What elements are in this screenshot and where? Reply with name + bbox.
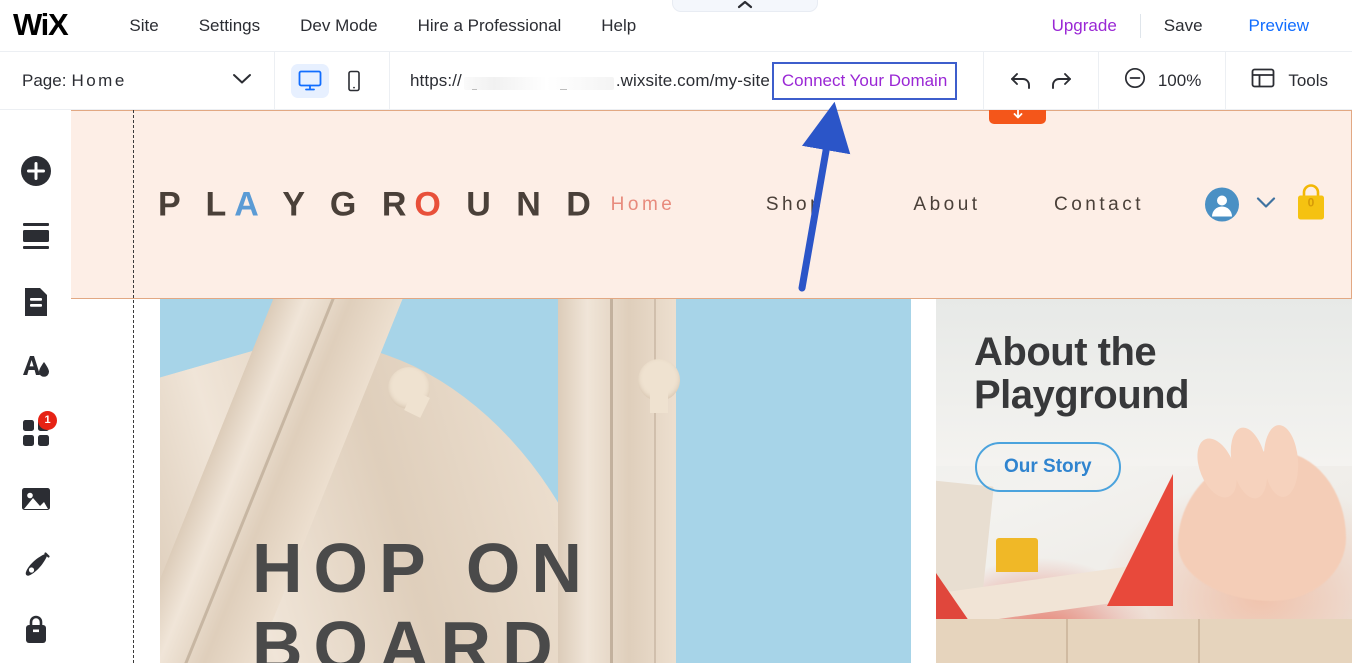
hero-title[interactable]: HOP ONBOARD — [252, 529, 593, 663]
chevron-down-icon — [232, 72, 252, 90]
shopping-bag-icon — [22, 614, 50, 646]
top-menu-bar: WiX Site Settings Dev Mode Hire a Profes… — [0, 0, 1352, 52]
our-story-button[interactable]: Our Story — [975, 442, 1121, 492]
sidebar-item-site-pages[interactable] — [0, 269, 71, 335]
site-body: HOP ONBOARD About thePlayground Our Stor… — [71, 299, 1352, 663]
hero-image-block[interactable]: HOP ONBOARD — [160, 299, 911, 663]
redo-icon — [1048, 69, 1074, 93]
page-selector-label: Page: — [22, 71, 66, 91]
nav-link-home[interactable]: Home — [567, 194, 719, 216]
sections-icon — [20, 220, 52, 252]
viewport-toggle — [275, 64, 389, 98]
desktop-icon — [297, 69, 323, 93]
cart-count: 0 — [1293, 195, 1329, 209]
zoom-control[interactable]: 100% — [1099, 66, 1225, 95]
site-url-bar: https:// .wixsite.com/my-site Connect Yo… — [390, 52, 983, 110]
tools-label: Tools — [1288, 71, 1328, 91]
site-url-redacted — [464, 77, 614, 90]
save-button[interactable]: Save — [1141, 16, 1226, 36]
site-header-actions: 0 — [1205, 182, 1329, 227]
page-selector[interactable]: Page: Home — [0, 52, 274, 110]
sidebar-item-blog[interactable] — [0, 532, 71, 598]
wooden-block-base-row — [936, 619, 1352, 663]
apps-notification-badge: 1 — [38, 411, 57, 430]
zoom-level-value: 100% — [1158, 71, 1201, 91]
menu-hire-a-professional[interactable]: Hire a Professional — [398, 0, 582, 52]
pen-nib-icon — [21, 550, 51, 580]
sidebar-item-store[interactable] — [0, 597, 71, 663]
pages-document-icon — [21, 286, 51, 318]
menu-site[interactable]: Site — [109, 0, 178, 52]
sidebar-item-site-design[interactable] — [0, 335, 71, 401]
menu-settings[interactable]: Settings — [179, 0, 280, 52]
redo-button[interactable] — [1048, 69, 1074, 93]
upgrade-button[interactable]: Upgrade — [1029, 16, 1140, 36]
mobile-icon — [341, 69, 367, 93]
about-section[interactable]: About thePlayground Our Story — [936, 299, 1352, 663]
editor-toolbar: Page: Home — [0, 52, 1352, 110]
preview-button[interactable]: Preview — [1226, 16, 1332, 36]
section-resize-handle[interactable] — [989, 110, 1046, 124]
theme-paint-icon — [19, 353, 53, 383]
cart-shopping-bag-icon[interactable]: 0 — [1293, 182, 1329, 227]
site-logo[interactable]: P LA Y G RO U N D — [158, 185, 599, 224]
undo-icon — [1008, 69, 1034, 93]
desktop-view-button[interactable] — [291, 64, 329, 98]
wix-editor-window: WiX Site Settings Dev Mode Hire a Profes… — [0, 0, 1352, 663]
left-sidebar: 1 — [0, 110, 71, 663]
image-icon — [20, 485, 52, 513]
page-selector-value: Home — [71, 71, 126, 91]
nav-link-about[interactable]: About — [871, 194, 1023, 216]
menu-help[interactable]: Help — [581, 0, 656, 52]
mobile-view-button[interactable] — [335, 64, 373, 98]
user-avatar-icon[interactable] — [1205, 188, 1239, 222]
zoom-out-icon[interactable] — [1123, 66, 1147, 95]
wix-logo[interactable]: WiX — [13, 9, 67, 40]
site-url-suffix: .wixsite.com/my-site — [616, 71, 770, 91]
account-chevron-down-icon[interactable] — [1255, 195, 1277, 214]
site-navigation: Home Shop About Contact — [567, 194, 1175, 216]
site-url-prefix: https:// — [410, 71, 462, 91]
resize-vertical-icon — [1010, 110, 1026, 120]
history-controls — [984, 69, 1098, 93]
connect-your-domain-button[interactable]: Connect Your Domain — [772, 62, 957, 100]
undo-button[interactable] — [1008, 69, 1034, 93]
wooden-block-red-triangle — [1107, 474, 1173, 606]
tools-button[interactable]: Tools — [1226, 66, 1352, 95]
sidebar-item-apps[interactable]: 1 — [0, 401, 71, 467]
top-bar-actions: Upgrade Save Preview — [1029, 14, 1352, 38]
panels-layout-icon — [1250, 66, 1276, 95]
site-header-section[interactable]: P LA Y G RO U N D Home Shop About Contac… — [71, 110, 1352, 299]
site-canvas: P LA Y G RO U N D Home Shop About Contac… — [71, 110, 1352, 663]
collapse-panel-tab[interactable] — [672, 0, 818, 12]
wooden-block-yellow — [996, 538, 1038, 572]
track-peg-stem-right — [650, 391, 668, 413]
nav-link-shop[interactable]: Shop — [719, 194, 871, 216]
menu-dev-mode[interactable]: Dev Mode — [280, 0, 397, 52]
nav-link-contact[interactable]: Contact — [1023, 194, 1175, 216]
sidebar-item-add-section[interactable] — [0, 204, 71, 270]
chevron-up-icon — [737, 0, 753, 10]
about-title[interactable]: About thePlayground — [974, 331, 1189, 417]
sidebar-item-add-elements[interactable] — [0, 138, 71, 204]
main-menu: Site Settings Dev Mode Hire a Profession… — [109, 0, 656, 52]
vertical-guide-line — [133, 110, 134, 663]
plus-circle-icon — [19, 154, 53, 188]
sidebar-item-media[interactable] — [0, 466, 71, 532]
